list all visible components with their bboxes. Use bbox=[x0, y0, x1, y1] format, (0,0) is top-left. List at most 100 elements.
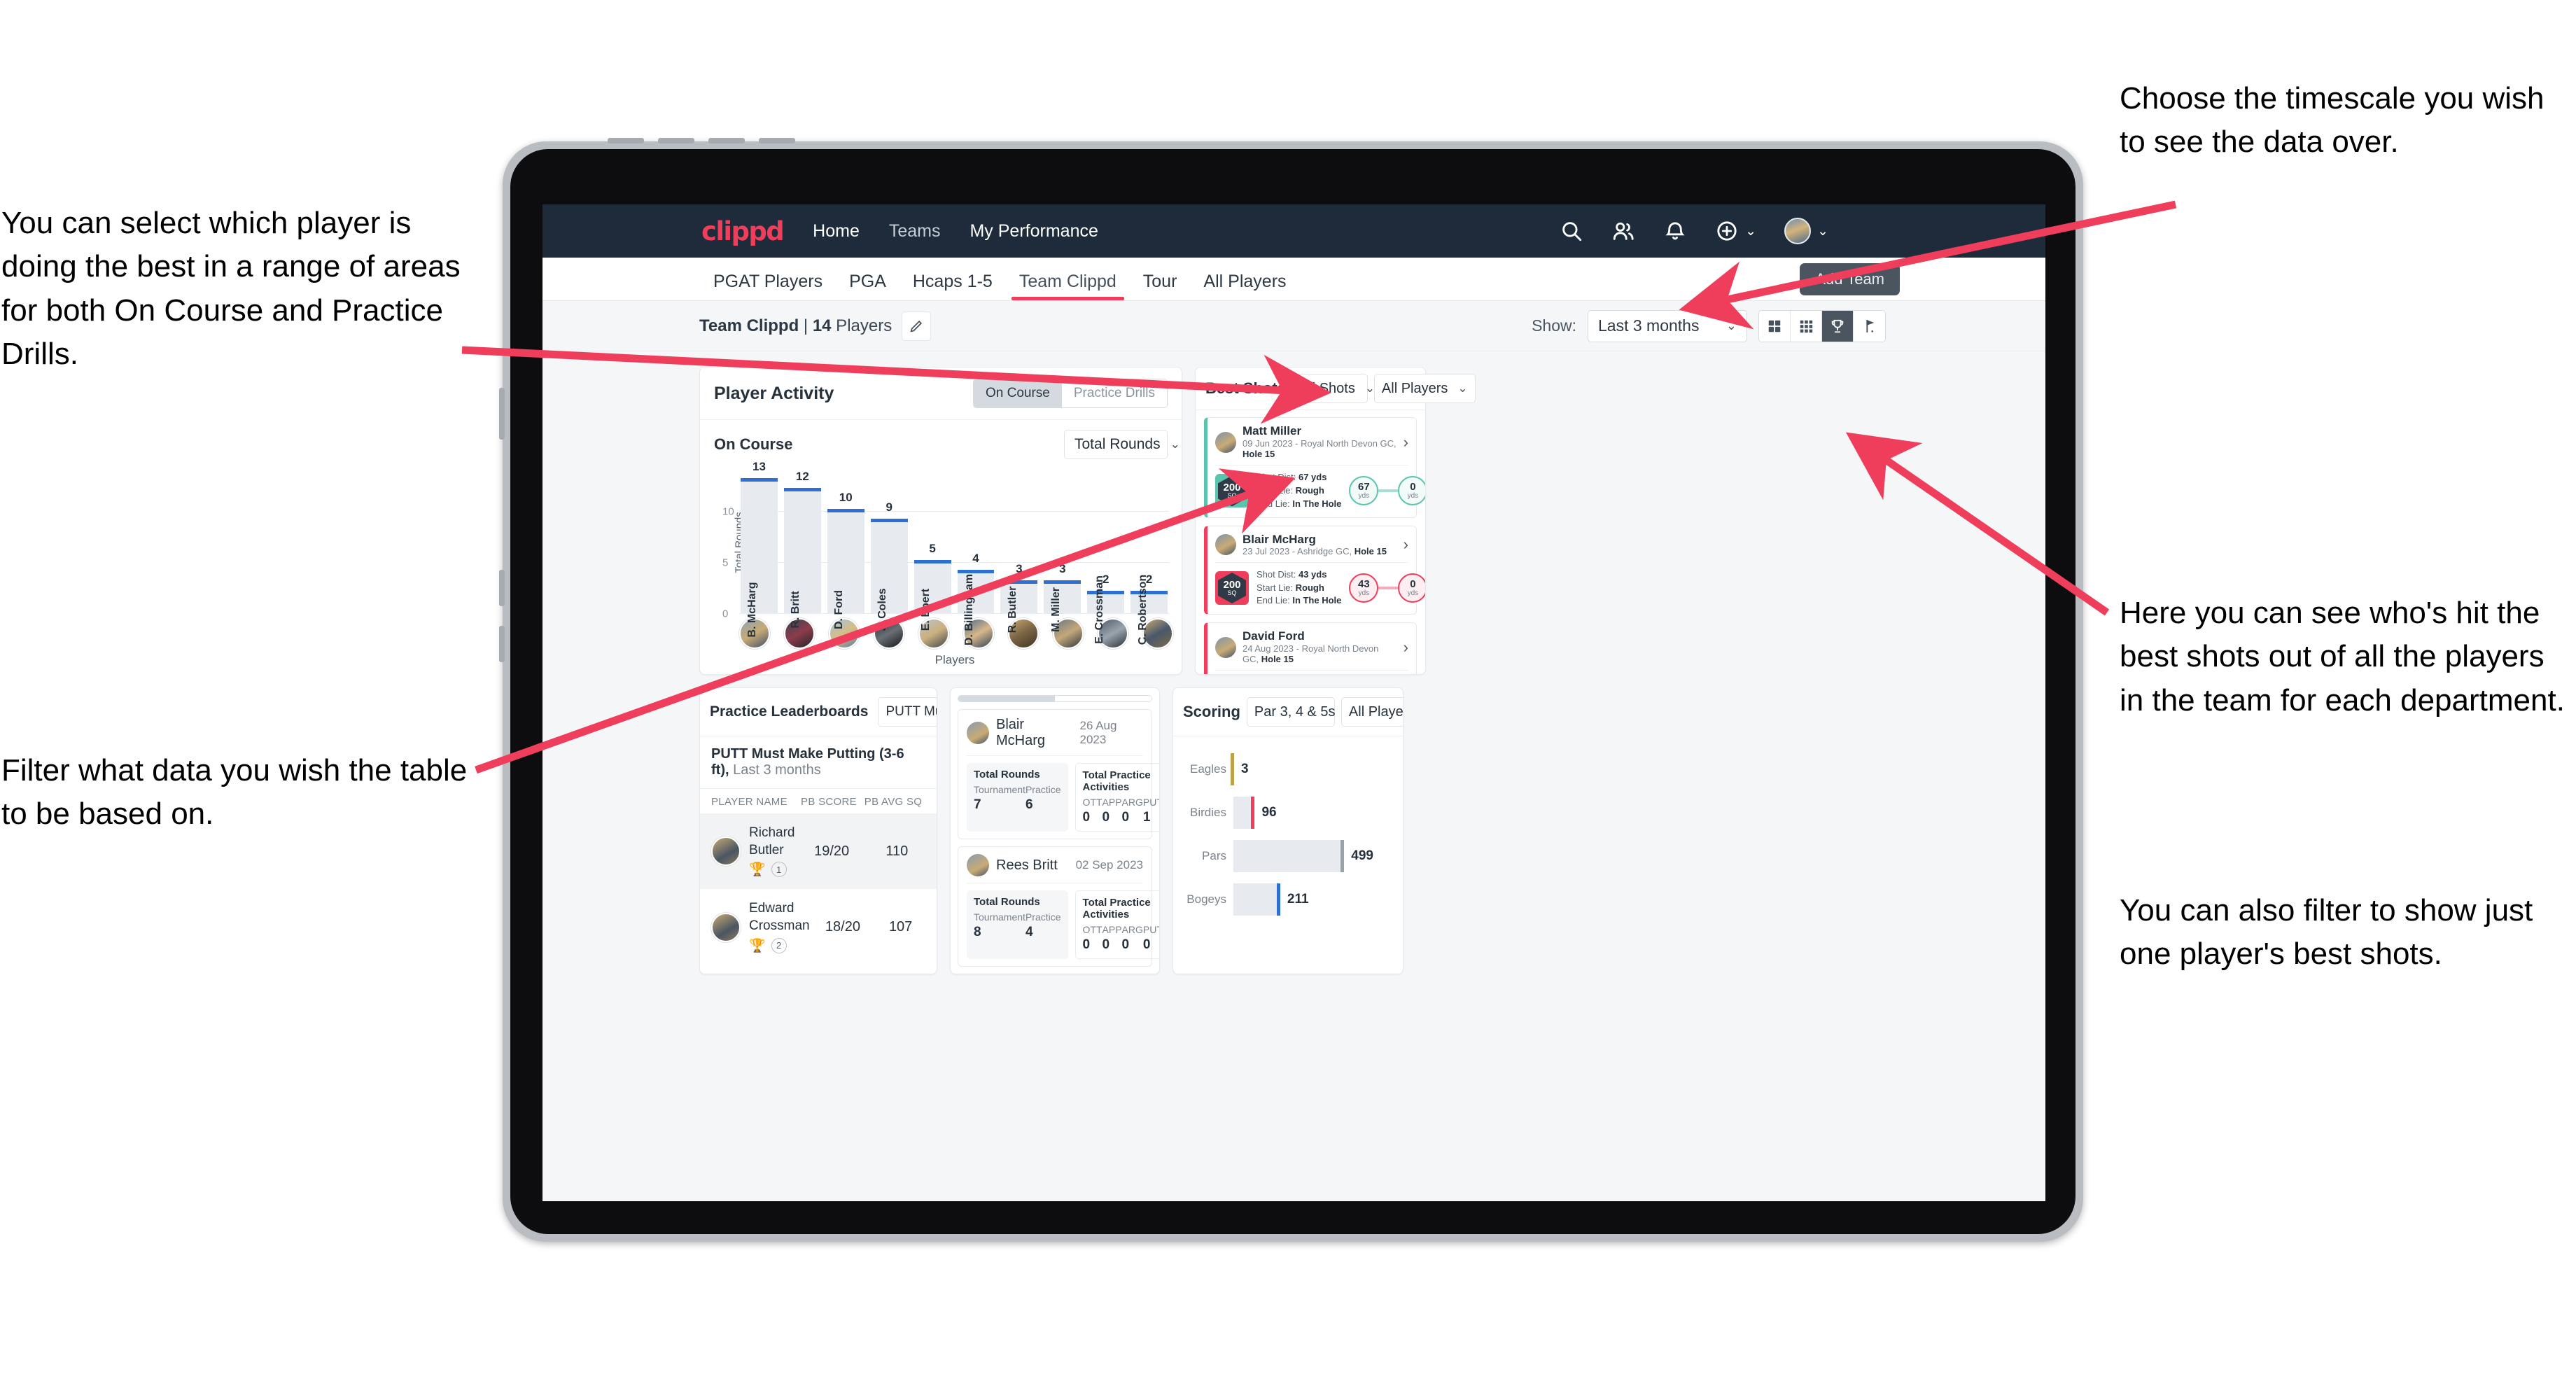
leaderboard-pb-avg-sq: 110 bbox=[886, 843, 909, 859]
column-pb-avg-sq: PB AVG SQ bbox=[864, 796, 923, 808]
scoring-bar[interactable] bbox=[1233, 840, 1345, 872]
players-filter-select[interactable]: All Players ⌄ bbox=[1373, 374, 1476, 404]
shot-player-name: David Ford bbox=[1242, 629, 1305, 643]
shots-filter-select[interactable]: All Shots ⌄ bbox=[1292, 374, 1375, 404]
practice-leaderboards-title: Practice Leaderboards bbox=[710, 704, 869, 720]
bar[interactable]: 9 J. Coles bbox=[870, 500, 908, 631]
bar-category-label: E. Crossman bbox=[1093, 575, 1105, 644]
plus-circle-icon[interactable] bbox=[1715, 219, 1739, 243]
leaderboard-row[interactable]: Edward Crossman 🏆 2 18/20 107 bbox=[700, 889, 937, 965]
add-menu[interactable]: ⌄ bbox=[1715, 219, 1756, 243]
bar[interactable]: 12 R. Britt bbox=[783, 470, 821, 629]
bar-column[interactable]: 9 J. Coles bbox=[870, 470, 908, 631]
bar-column[interactable]: 2 E. Crossman bbox=[1087, 470, 1125, 644]
scoring-bar-cap bbox=[1230, 753, 1234, 785]
tab-all-players[interactable]: All Players bbox=[1190, 272, 1299, 300]
timescale-select[interactable]: Last 3 months ⌄ bbox=[1588, 309, 1747, 342]
nav-link-home[interactable]: Home bbox=[813, 221, 860, 241]
tab-tour[interactable]: Tour bbox=[1130, 272, 1191, 300]
best-shots-list: Matt Miller 09 Jun 2023 - Royal North Dev… bbox=[1196, 410, 1425, 674]
chevron-right-icon[interactable]: › bbox=[1404, 638, 1408, 657]
practice-stat-label: APP bbox=[1102, 924, 1122, 935]
bell-icon[interactable] bbox=[1663, 219, 1687, 243]
tab-pga[interactable]: PGA bbox=[836, 272, 899, 300]
rank-badge: 1 bbox=[771, 862, 787, 878]
activity-player-card[interactable]: Rees Britt 02 Sep 2023 Total Rounds Tournam… bbox=[958, 846, 1159, 967]
tab-least-active[interactable]: Least Active bbox=[1055, 696, 1152, 701]
tab-hcaps-1-5[interactable]: Hcaps 1-5 bbox=[899, 272, 1006, 300]
bar-column[interactable]: 2 C. Robertson bbox=[1130, 470, 1168, 645]
view-trophy-button[interactable] bbox=[1822, 310, 1854, 342]
bar-column[interactable]: 13 B. McHarg bbox=[741, 460, 778, 638]
best-shot-card[interactable]: Blair McHarg 23 Jul 2023 - Ashridge GC, H… bbox=[1204, 525, 1425, 615]
scoring-track: 3 bbox=[1230, 753, 1389, 785]
team-name: Team Clippd bbox=[699, 316, 799, 335]
rounds-stat: Tournament 7 bbox=[974, 784, 1026, 813]
edit-team-button[interactable] bbox=[902, 311, 932, 341]
practice-stat: PUTT 1 bbox=[1143, 797, 1159, 825]
shot-card-identity: Matt Miller 09 Jun 2023 - Royal North Dev… bbox=[1242, 424, 1397, 460]
shot-dist-line: Shot Dist: 43 yds bbox=[1256, 568, 1327, 580]
scoring-value-label: 96 bbox=[1261, 805, 1277, 820]
dumbbell-connector bbox=[1378, 587, 1399, 590]
scoring-players-select[interactable]: All Players ⌄ bbox=[1340, 697, 1403, 727]
bar[interactable]: 13 B. McHarg bbox=[741, 460, 778, 638]
tab-pgat-players[interactable]: PGAT Players bbox=[700, 272, 836, 300]
leaderboard-row[interactable]: Richard Butler 🏆 1 19/20 110 bbox=[700, 813, 937, 890]
bar[interactable]: 10 D. Ford bbox=[827, 491, 864, 629]
activity-player-name: Blair McHarg bbox=[996, 717, 1046, 748]
practice-activities-grid: OTT0APP0ARG0PUTT0 bbox=[1083, 924, 1159, 953]
practice-stat: PUTT 0 bbox=[1143, 924, 1159, 953]
scoring-row[interactable]: Pars 499 bbox=[1183, 834, 1389, 878]
metric-select[interactable]: Total Rounds ⌄ bbox=[1064, 430, 1180, 459]
bar-group: 13 B. McHarg 12 R. Britt 10 D. Ford 9 J. Coles 5… bbox=[741, 460, 1168, 645]
activity-player-card[interactable]: Blair McHarg 26 Aug 2023 Total Rounds Tourn… bbox=[958, 709, 1159, 839]
search-icon[interactable] bbox=[1560, 219, 1583, 243]
dumbbell-connector bbox=[1378, 489, 1399, 493]
drill-value: PUTT Must Make Putting ... bbox=[886, 704, 937, 719]
chevron-right-icon[interactable]: › bbox=[1404, 536, 1408, 554]
par-filter-select[interactable]: Par 3, 4 & 5s ⌄ bbox=[1246, 697, 1355, 727]
tab-most-active[interactable]: Most Active bbox=[958, 696, 1055, 701]
view-flag-button[interactable] bbox=[1854, 310, 1885, 342]
scoring-row[interactable]: Birdies 96 bbox=[1183, 791, 1389, 834]
best-shot-card[interactable]: David Ford 24 Aug 2023 - Royal North Devo… bbox=[1204, 622, 1417, 674]
scoring-row[interactable]: Eagles 3 bbox=[1183, 748, 1389, 791]
bar-column[interactable]: 12 R. Britt bbox=[783, 470, 821, 629]
scoring-category-label: Pars bbox=[1202, 849, 1226, 862]
scoring-row[interactable]: Bogeys 211 bbox=[1183, 878, 1389, 921]
bar[interactable]: 2 C. Robertson bbox=[1130, 573, 1168, 645]
column-player-name: PLAYER NAME bbox=[711, 796, 788, 808]
chevron-down-icon: ⌄ bbox=[1817, 223, 1828, 239]
nav-link-teams[interactable]: Teams bbox=[889, 221, 941, 241]
clippd-logo[interactable]: clippd bbox=[701, 216, 785, 246]
bar[interactable]: 4 D. Billingham bbox=[957, 552, 995, 645]
bar-value-label: 3 bbox=[1059, 562, 1066, 576]
bar-column[interactable]: 3 M. Miller bbox=[1044, 470, 1082, 632]
view-grid-small-button[interactable] bbox=[1791, 310, 1822, 342]
bar-column[interactable]: 4 D. Billingham bbox=[957, 470, 995, 645]
best-shot-card[interactable]: Matt Miller 09 Jun 2023 - Royal North Dev… bbox=[1204, 417, 1425, 518]
avatar bbox=[967, 854, 989, 876]
drill-select[interactable]: PUTT Must Make Putting ... ⌄ bbox=[878, 697, 937, 727]
scoring-bar-cap bbox=[1340, 840, 1345, 872]
tab-team-clippd[interactable]: Team Clippd bbox=[1006, 272, 1130, 300]
shot-quality-unit: SQ bbox=[1227, 589, 1237, 597]
user-menu[interactable]: ⌄ bbox=[1784, 218, 1828, 244]
toggle-on-course[interactable]: On Course bbox=[974, 379, 1062, 407]
bar[interactable]: 5 E. Ebert bbox=[913, 542, 951, 631]
bar-column[interactable]: 5 E. Ebert bbox=[913, 470, 951, 631]
chevron-right-icon[interactable]: › bbox=[1404, 433, 1408, 451]
bar[interactable]: 3 R. Butler bbox=[1000, 562, 1038, 633]
bar-column[interactable]: 10 D. Ford bbox=[827, 470, 864, 629]
bar[interactable]: 3 M. Miller bbox=[1044, 562, 1082, 632]
nav-link-my-performance[interactable]: My Performance bbox=[969, 221, 1098, 241]
bar-column[interactable]: 3 R. Butler bbox=[1000, 470, 1038, 633]
people-icon[interactable] bbox=[1611, 219, 1635, 243]
shot-player-name: Matt Miller bbox=[1242, 424, 1302, 438]
view-grid-large-button[interactable] bbox=[1759, 310, 1791, 342]
scoring-bar[interactable] bbox=[1233, 883, 1280, 916]
avatar[interactable] bbox=[1784, 218, 1812, 244]
bar[interactable]: 2 E. Crossman bbox=[1087, 573, 1125, 644]
toggle-practice-drills[interactable]: Practice Drills bbox=[1061, 379, 1167, 407]
